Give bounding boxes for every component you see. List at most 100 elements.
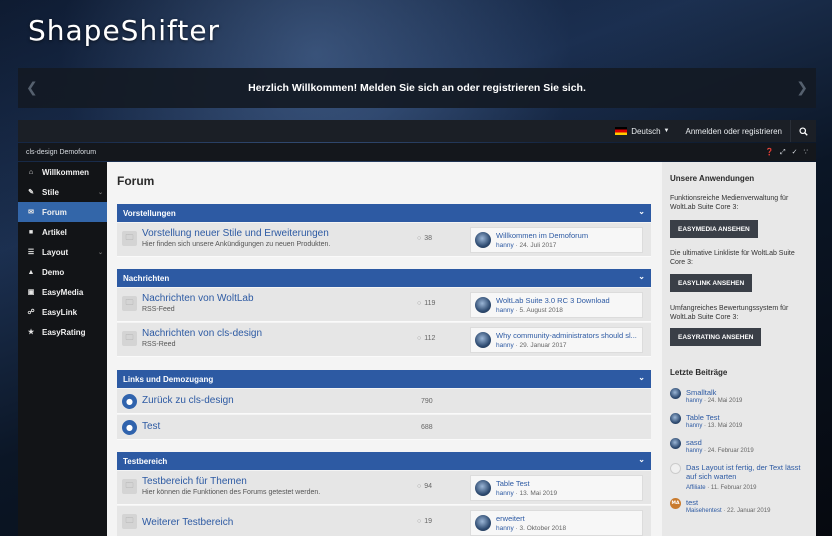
sidebar-item-easyrating[interactable]: ★ EasyRating [18,322,107,342]
rss-icon[interactable]: ∵ [804,148,808,157]
last-post-user[interactable]: hanny [496,525,514,532]
breadcrumb[interactable]: cls-design Demoforum [26,149,96,156]
post-user[interactable]: hanny [686,423,702,429]
check-icon[interactable]: ✓ [792,148,798,157]
board-row[interactable]: 🗀 Vorstellung neuer Stile und Erweiterun… [117,223,651,257]
board-row[interactable]: 🗀 Nachrichten von WoltLab RSS-Feed ○ 119 … [117,288,651,322]
post-meta: hanny · 24. Mai 2019 [686,398,743,404]
board-title[interactable]: Weiterer Testbereich [142,517,233,528]
category-title: Testbereich [123,456,168,466]
apps-title: Unsere Anwendungen [670,174,755,183]
language-selector[interactable]: Deutsch ▼ [607,120,677,142]
sidebar-item-easylink[interactable]: ☍ EasyLink [18,302,107,322]
post-user[interactable]: Affiliate [686,485,706,491]
last-post-title[interactable]: erweitert [496,514,641,523]
easylink-button[interactable]: EASYLINK ANSEHEN [670,274,753,292]
sidebar-item-label: EasyLink [42,307,78,317]
avatar[interactable] [670,463,681,474]
last-post-user[interactable]: hanny [496,490,514,497]
link-title[interactable]: Zurück zu cls-design [142,395,234,406]
sidebar-item-label: EasyMedia [42,287,84,297]
globe-icon: ● [122,394,137,409]
link-row[interactable]: ● Test 688 [117,415,651,440]
help-icon[interactable]: ❓ [765,148,774,157]
chevron-down-icon[interactable]: ⌄ [638,272,645,281]
easyrating-button[interactable]: EASYRATING ANSEHEN [670,328,762,346]
category-testbereich[interactable]: Testbereich ⌄ [117,452,651,470]
board-row[interactable]: 🗀 Nachrichten von cls-design RSS-Reed ○ 1… [117,323,651,357]
board-description: RSS-Reed [142,341,176,348]
chevron-down-icon[interactable]: ⌄ [638,207,645,216]
chevron-down-icon[interactable]: ⌄ [638,455,645,464]
avatar[interactable] [475,232,491,248]
book-icon: ■ [28,228,34,236]
search-button[interactable] [790,120,816,142]
post-user[interactable]: Maisehentest [686,508,722,514]
last-post-user[interactable]: hanny [496,307,514,314]
sidebar-item-willkommen[interactable]: ⌂ Willkommen [18,162,107,182]
sidebar-item-demo[interactable]: ▲ Demo [18,262,107,282]
welcome-message[interactable]: Herzlich Willkommen! Melden Sie sich an … [248,82,586,94]
easymedia-button[interactable]: EASYMEDIA ANSEHEN [670,220,758,238]
globe-icon: ● [122,420,137,435]
board-title[interactable]: Nachrichten von cls-design [142,328,262,339]
star-icon: ★ [27,329,35,336]
last-post-user[interactable]: hanny [496,242,514,249]
last-post: Table Test hanny · 13. Mai 2019 [470,475,643,501]
chevron-down-icon[interactable]: ⌄ [638,373,645,382]
chevron-down-icon[interactable]: ⌄ [98,249,103,256]
post-title[interactable]: Das Layout ist fertig, der Text lässt au… [686,463,810,481]
board-title[interactable]: Testbereich für Themen [142,476,247,487]
avatar[interactable] [475,480,491,496]
last-post-title[interactable]: Willkommen im Demoforum [496,231,641,240]
link-row[interactable]: ● Zurück zu cls-design 790 [117,389,651,414]
link-title[interactable]: Test [142,421,160,432]
login-link[interactable]: Anmelden oder registrieren [678,120,791,142]
forum-content: Forum Vorstellungen ⌄ 🗀 Vorstellung neuer… [107,162,662,536]
chevron-right-icon[interactable]: ❯ [796,80,808,96]
post-title[interactable]: test [686,498,810,507]
last-post-title[interactable]: Table Test [496,479,641,488]
post-user[interactable]: hanny [686,448,702,454]
board-title[interactable]: Nachrichten von WoltLab [142,293,254,304]
post-date: 24. Mai 2019 [707,398,743,404]
comments-icon: ✉ [28,209,34,216]
sidebar-item-forum[interactable]: ✉ Forum [18,202,107,222]
post-user[interactable]: hanny [686,398,702,404]
category-links[interactable]: Links und Demozugang ⌄ [117,370,651,388]
board-row[interactable]: 🗀 Testbereich für Themen Hier können die… [117,471,651,505]
board-title[interactable]: Vorstellung neuer Stile und Erweiterunge… [142,228,329,239]
category-vorstellungen[interactable]: Vorstellungen ⌄ [117,204,651,222]
avatar[interactable] [670,413,681,424]
last-post-title[interactable]: Why community-administrators should sl..… [496,331,641,340]
last-post-title[interactable]: WoltLab Suite 3.0 RC 3 Download [496,296,641,305]
post-title[interactable]: Smalltalk [686,388,810,397]
chevron-down-icon[interactable]: ⌄ [98,189,103,196]
avatar[interactable] [670,388,681,399]
category-nachrichten[interactable]: Nachrichten ⌄ [117,269,651,287]
avatar[interactable] [475,297,491,313]
board-row[interactable]: 🗀 Weiterer Testbereich ○ 19 erweitert han… [117,506,651,536]
caret-down-icon: ▼ [663,128,670,134]
avatar[interactable] [475,515,491,531]
sidebar-item-layout[interactable]: ☰ Layout ⌄ [18,242,107,262]
post-meta: Maisehentest · 22. Januar 2019 [686,508,771,514]
site-logo[interactable]: ShapeShifter [28,14,220,47]
sidebar-item-stile[interactable]: ✎ Stile ⌄ [18,182,107,202]
post-title[interactable]: sasd [686,438,810,447]
post-title[interactable]: Table Test [686,413,810,422]
avatar[interactable] [670,438,681,449]
compress-icon[interactable]: ⤢ [780,148,786,157]
sidebar-item-artikel[interactable]: ■ Artikel [18,222,107,242]
avatar[interactable]: MA [670,498,681,509]
sliders-icon: ☰ [27,249,35,256]
sidebar-item-label: Demo [42,267,65,277]
post-count: ○ 119 [417,300,435,307]
avatar[interactable] [475,332,491,348]
chevron-left-icon[interactable]: ❮ [26,80,38,96]
post-date: 22. Januar 2019 [727,508,771,514]
post-meta: Affiliate · 11. Februar 2019 [686,485,757,491]
sidebar-item-easymedia[interactable]: ▣ EasyMedia [18,282,107,302]
last-post-user[interactable]: hanny [496,342,514,349]
last-post-date: 24. Juli 2017 [519,242,557,249]
